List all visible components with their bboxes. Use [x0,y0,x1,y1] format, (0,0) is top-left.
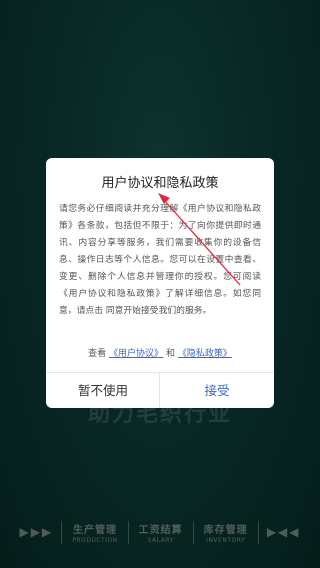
annotation-arrow-icon [158,193,241,286]
